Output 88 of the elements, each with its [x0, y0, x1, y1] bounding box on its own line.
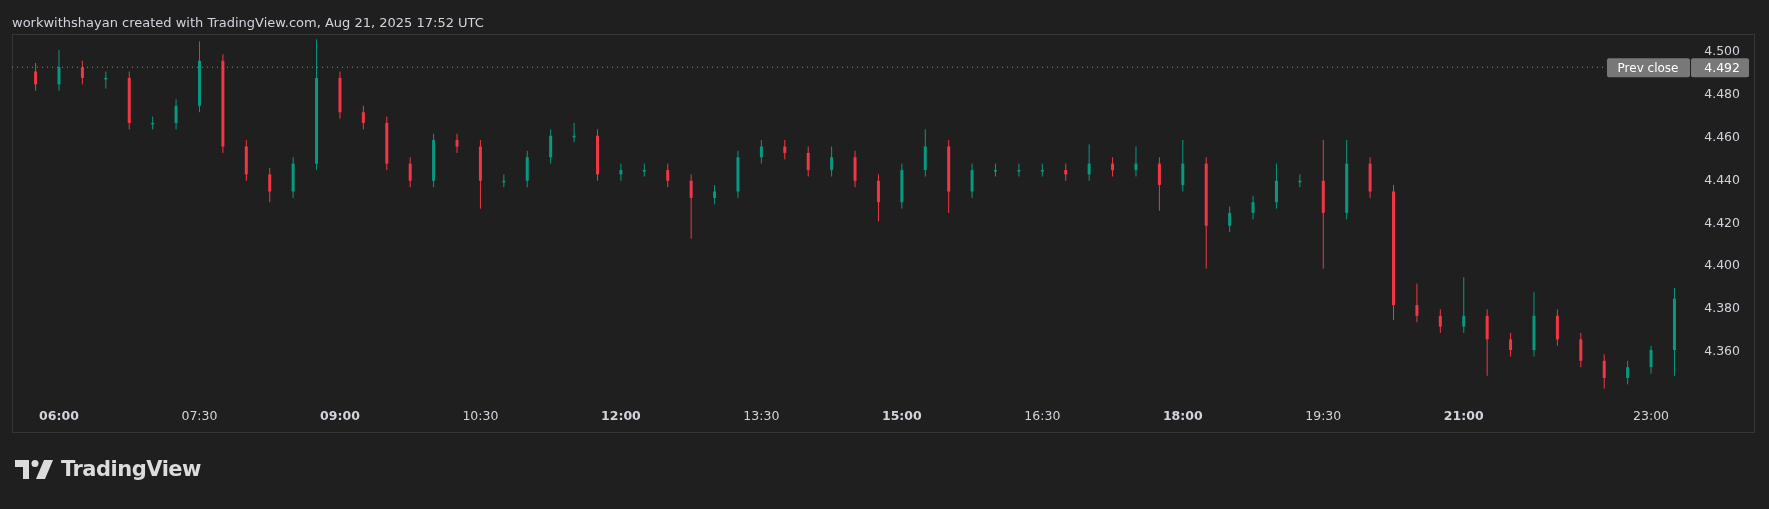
time-axis-label: 13:30: [743, 408, 780, 423]
candle: [291, 156, 295, 199]
candle: [1134, 146, 1138, 177]
candle: [1111, 156, 1115, 177]
candle: [432, 133, 436, 188]
candle: [1228, 206, 1232, 233]
candle: [1368, 156, 1372, 199]
candle: [244, 139, 248, 182]
candle: [525, 150, 529, 188]
time-axis-label: 21:00: [1443, 408, 1484, 423]
candle: [1040, 163, 1044, 177]
candle: [596, 128, 599, 182]
candle: [830, 146, 834, 177]
candle: [923, 128, 927, 177]
candle: [900, 163, 904, 210]
candle: [1485, 308, 1489, 377]
candle: [572, 122, 576, 143]
candle: [1415, 283, 1419, 323]
price-axis-label: 4.460: [1704, 128, 1740, 144]
candle: [759, 139, 763, 165]
time-axis-label: 07:30: [181, 408, 218, 423]
candle: [806, 146, 810, 177]
candle: [1626, 360, 1630, 385]
candle: [1274, 163, 1278, 210]
candle: [1181, 139, 1185, 192]
logo-text: TradingView: [61, 457, 201, 481]
price-axis-label: 4.440: [1704, 171, 1740, 187]
candle: [1017, 163, 1021, 177]
candle: [1251, 195, 1255, 220]
candle: [713, 184, 717, 205]
candle: [994, 163, 997, 177]
candle: [1438, 308, 1442, 334]
price-axis-label: 4.380: [1704, 300, 1740, 316]
candle: [408, 156, 412, 188]
candle: [1579, 332, 1583, 368]
prev-close-value: 4.492: [1691, 58, 1749, 78]
candle: [1157, 156, 1161, 212]
price-axis-label: 4.360: [1704, 343, 1740, 359]
time-axis-label: 12:00: [601, 408, 641, 423]
candle: [876, 173, 880, 222]
candle: [619, 163, 623, 182]
price-axis-label: 4.400: [1704, 257, 1740, 273]
candle: [174, 98, 178, 130]
candle: [1532, 291, 1536, 357]
candle: [361, 105, 365, 130]
candle: [1298, 173, 1302, 188]
candle: [1649, 345, 1653, 375]
candle: [127, 71, 131, 130]
candle: [338, 71, 342, 120]
price-axis-label: 4.500: [1704, 43, 1740, 59]
candle: [57, 49, 61, 92]
candle: [385, 116, 389, 171]
candle: [80, 60, 84, 85]
candle: [853, 150, 857, 188]
candle: [198, 41, 201, 113]
candle: [151, 116, 155, 130]
candle: [1087, 143, 1091, 182]
price-axis-label: 4.480: [1704, 85, 1740, 101]
candle: [1064, 163, 1068, 182]
candle: [34, 62, 38, 92]
price-axis-label: 4.420: [1704, 214, 1740, 230]
candle: [970, 163, 974, 199]
time-axis-label: 16:30: [1024, 408, 1061, 423]
time-axis-label: 23:00: [1633, 408, 1670, 423]
time-axis-label: 15:00: [881, 408, 922, 423]
candle: [1555, 308, 1559, 347]
time-axis-label: 19:30: [1305, 408, 1342, 423]
time-axis-label: 06:00: [39, 408, 79, 423]
prev-close-label: Prev close: [1607, 58, 1690, 78]
time-axis-label: 10:30: [462, 408, 499, 423]
chart-caption: workwithshayan created with TradingView.com, Aug 21, 2025 17:52 UTC: [12, 15, 484, 30]
candle: [455, 133, 459, 154]
candle: [104, 71, 108, 90]
candle: [689, 173, 693, 240]
candle: [1462, 276, 1466, 334]
candle: [736, 150, 740, 199]
time-axis-label: 18:00: [1162, 408, 1203, 423]
candle: [478, 139, 482, 210]
candle: [783, 139, 787, 160]
time-axis-label: 09:00: [320, 408, 360, 423]
candle: [502, 173, 506, 188]
candle: [642, 163, 646, 177]
candle: [268, 167, 272, 203]
candle: [1602, 353, 1606, 390]
logo-icon: [15, 459, 53, 479]
candle: [666, 163, 670, 188]
candle: [549, 128, 553, 165]
candle: [1509, 332, 1513, 357]
